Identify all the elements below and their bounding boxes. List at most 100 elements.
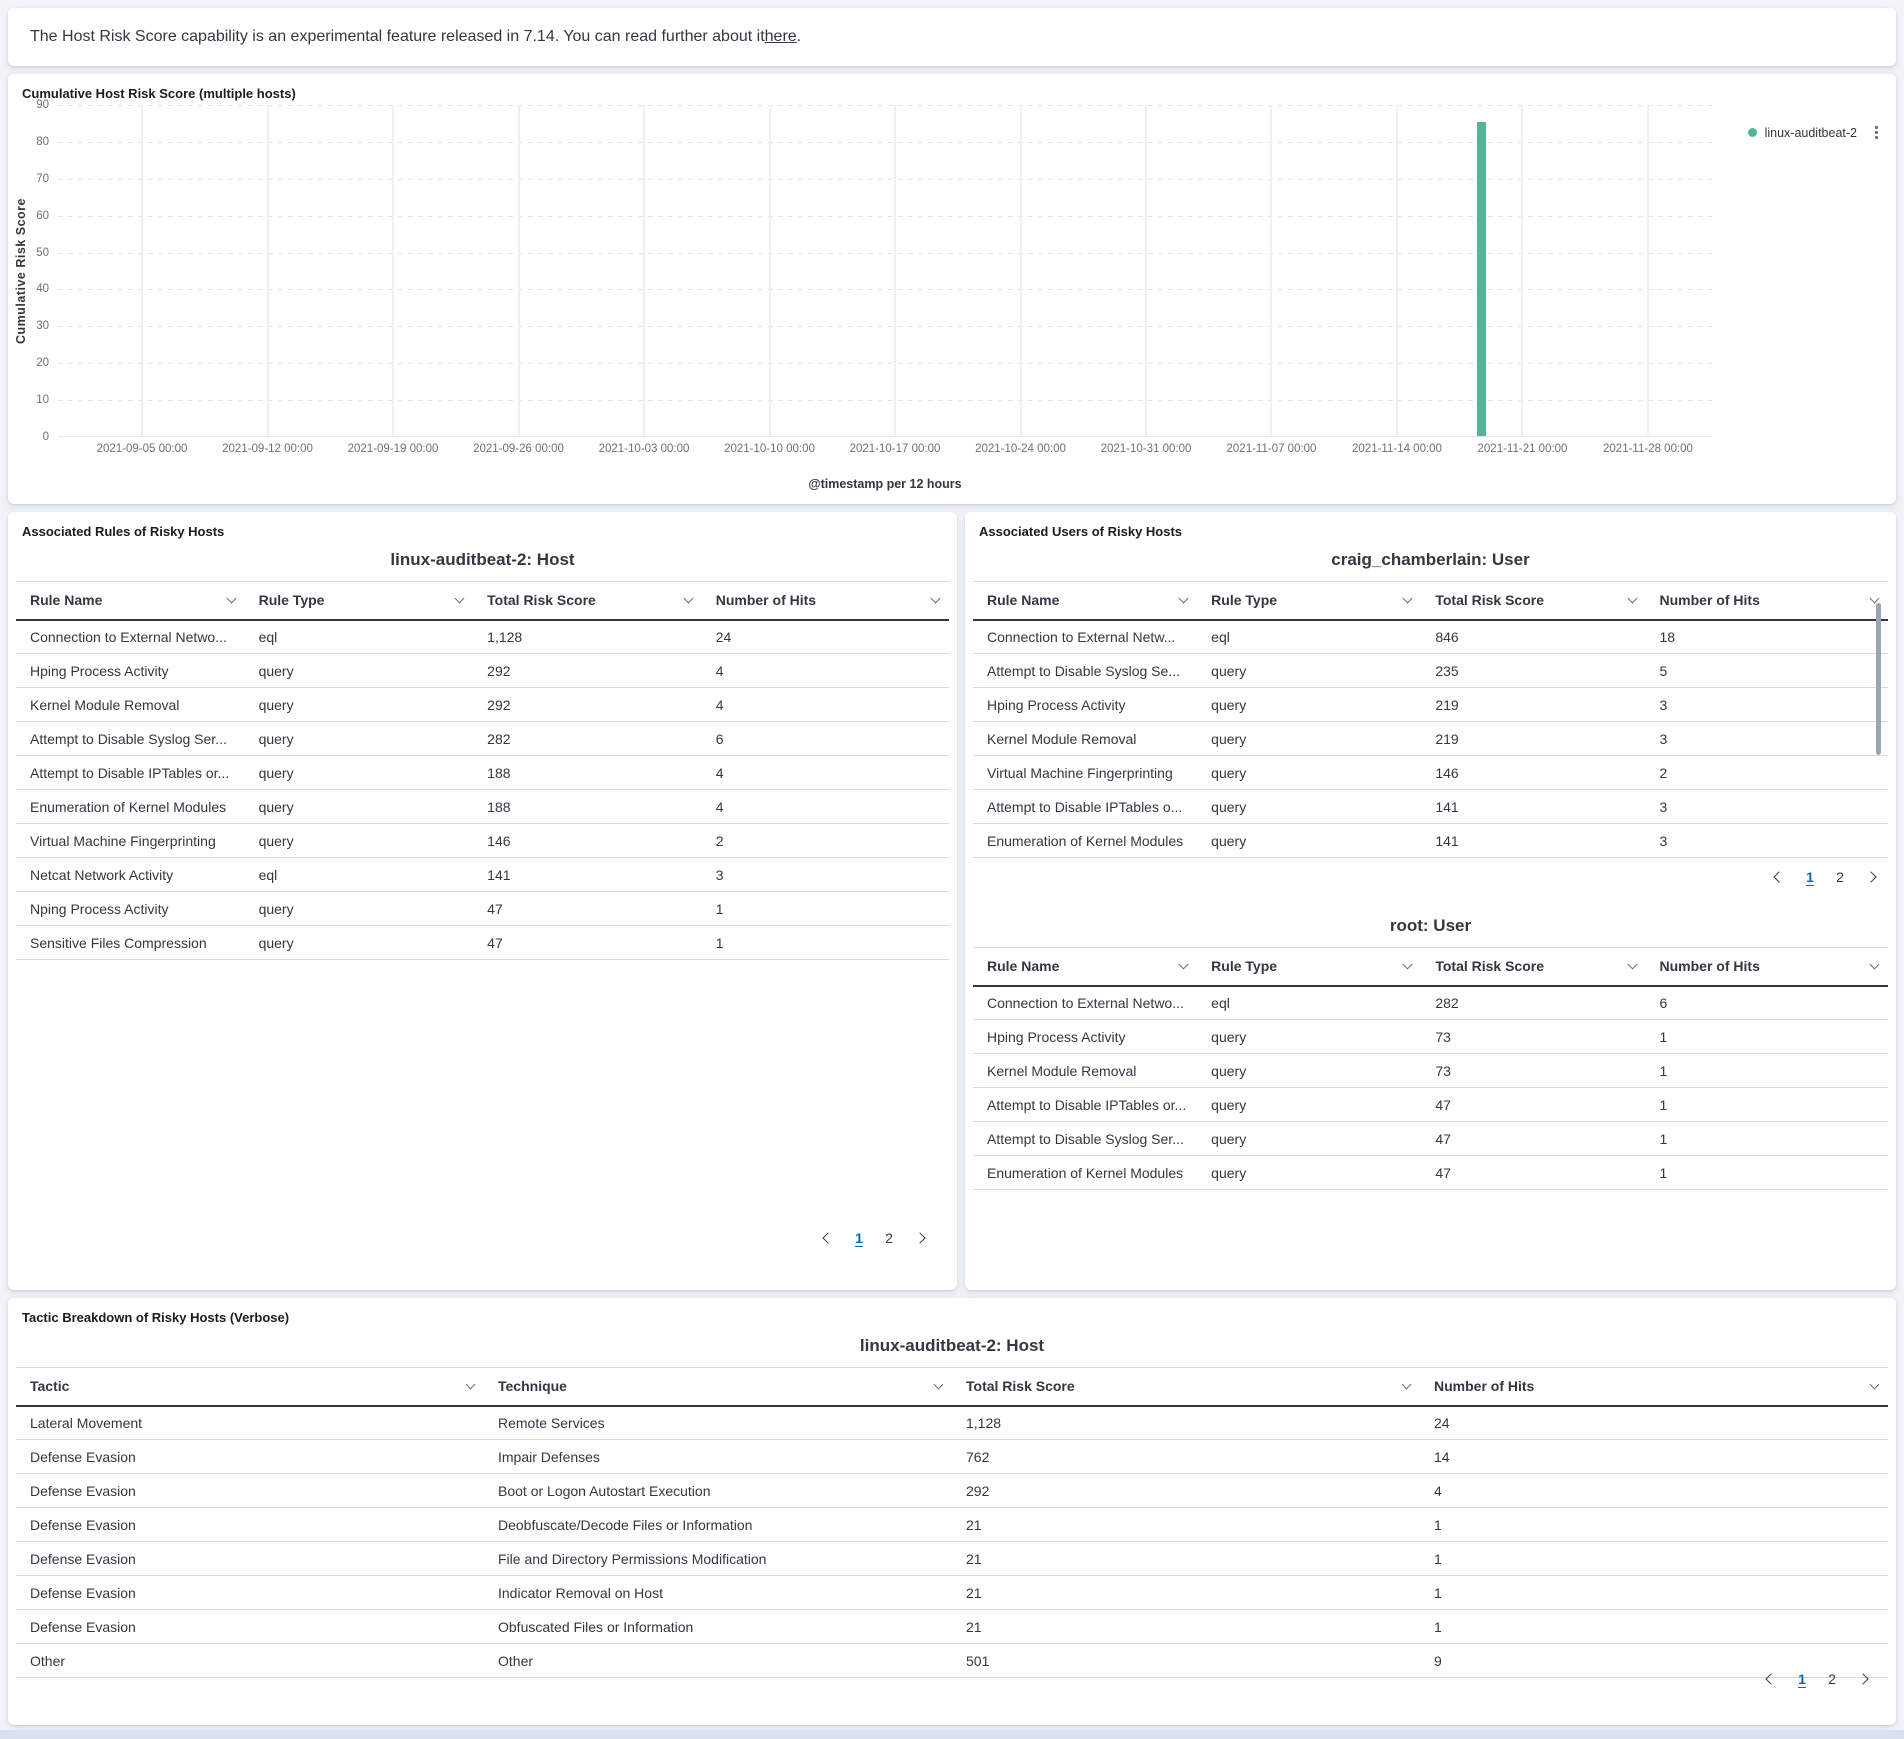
- table-row: OtherOther5019: [16, 1644, 1888, 1678]
- table-cell: 292: [473, 654, 702, 688]
- rules-panel-title: Associated Rules of Risky Hosts: [22, 524, 224, 539]
- sort-chevron-down-icon: [1179, 959, 1189, 969]
- table-cell: 5: [1646, 654, 1888, 688]
- table-cell: Defense Evasion: [16, 1474, 484, 1508]
- x-axis-tick-label: 2021-09-05 00:00: [97, 443, 188, 455]
- table-cell: query: [1197, 654, 1421, 688]
- x-axis-tick-label: 2021-09-12 00:00: [222, 443, 313, 455]
- column-header-tactic[interactable]: Tactic: [16, 1368, 484, 1406]
- legend-actions-dots-icon[interactable]: [1873, 124, 1880, 141]
- y-axis-tick-label: 30: [36, 320, 49, 332]
- column-header-label: Rule Type: [259, 592, 325, 608]
- column-header-number-of-hits[interactable]: Number of Hits: [1646, 582, 1888, 620]
- column-header-rule-type[interactable]: Rule Type: [1197, 948, 1421, 986]
- column-header-rule-name[interactable]: Rule Name: [973, 582, 1197, 620]
- table-cell: 2: [702, 824, 949, 858]
- column-header-rule-type[interactable]: Rule Type: [245, 582, 474, 620]
- vertical-gridline: [1020, 105, 1022, 436]
- table-cell: Lateral Movement: [16, 1406, 484, 1440]
- tactics-table-title: linux-auditbeat-2: Host: [8, 1336, 1896, 1356]
- table-cell: Defense Evasion: [16, 1508, 484, 1542]
- table-cell: query: [245, 688, 474, 722]
- risk-score-bar[interactable]: [1477, 122, 1486, 436]
- chevron-right-icon: [914, 1232, 925, 1243]
- table-cell: Attempt to Disable Syslog Se...: [973, 654, 1197, 688]
- table-row: Attempt to Disable Syslog Se...query2355: [973, 654, 1888, 688]
- table-cell: 141: [1421, 790, 1645, 824]
- pagination-page-1[interactable]: 1: [1790, 1667, 1814, 1691]
- horizontal-scrollbar[interactable]: [0, 1730, 1904, 1739]
- table-cell: 1,128: [952, 1406, 1420, 1440]
- column-header-label: Rule Name: [987, 592, 1059, 608]
- table-header-row: Rule NameRule Type Total Risk Score Number…: [973, 948, 1888, 986]
- pagination-page-1[interactable]: 1: [1798, 865, 1822, 889]
- legend-series-label[interactable]: linux-auditbeat-2: [1765, 126, 1857, 140]
- table-cell: Defense Evasion: [16, 1440, 484, 1474]
- vertical-scrollbar-thumb[interactable]: [1876, 603, 1881, 755]
- y-axis-tick-label: 20: [36, 357, 49, 369]
- table-cell: 1: [1646, 1054, 1888, 1088]
- table-cell: query: [1197, 824, 1421, 858]
- table-cell: 235: [1421, 654, 1645, 688]
- column-header-total-risk-score[interactable]: Total Risk Score: [473, 582, 702, 620]
- table-cell: Hping Process Activity: [16, 654, 245, 688]
- table-cell: 1: [1646, 1156, 1888, 1190]
- banner-here-link[interactable]: here: [765, 28, 797, 46]
- vertical-gridline: [392, 105, 394, 436]
- table-cell: eql: [245, 858, 474, 892]
- x-axis-tick-label: 2021-09-19 00:00: [348, 443, 439, 455]
- column-header-rule-type[interactable]: Rule Type: [1197, 582, 1421, 620]
- pagination-prev-button[interactable]: [817, 1226, 841, 1250]
- pagination-prev-button[interactable]: [1760, 1667, 1784, 1691]
- column-header-number-of-hits[interactable]: Number of Hits: [1646, 948, 1888, 986]
- associated-rules-panel: Associated Rules of Risky Hosts linux-au…: [8, 512, 957, 1290]
- banner-text: The Host Risk Score capability is an exp…: [30, 28, 765, 46]
- table-cell: Kernel Module Removal: [973, 722, 1197, 756]
- pagination-next-button[interactable]: [1850, 1667, 1874, 1691]
- table-cell: Defense Evasion: [16, 1610, 484, 1644]
- pagination-page-1[interactable]: 1: [847, 1226, 871, 1250]
- sort-chevron-down-icon: [1870, 593, 1880, 603]
- column-header-rule-name[interactable]: Rule Name: [16, 582, 245, 620]
- table-row: Connection to External Netwo...eql2826: [973, 986, 1888, 1020]
- table-cell: query: [1197, 756, 1421, 790]
- cumulative-host-risk-score-panel: Cumulative Host Risk Score (multiple hos…: [8, 74, 1896, 504]
- table-header-row: Rule Name Rule Type Total Risk ScoreNumber…: [973, 582, 1888, 620]
- column-header-total-risk-score[interactable]: Total Risk Score: [952, 1368, 1420, 1406]
- table-row: Hping Process Activityquery731: [973, 1020, 1888, 1054]
- pagination-page-2[interactable]: 2: [1820, 1667, 1844, 1691]
- pagination-page-2[interactable]: 2: [1828, 865, 1852, 889]
- column-header-label: Number of Hits: [1660, 958, 1760, 974]
- vertical-gridline: [518, 105, 520, 436]
- table-cell: 14: [1420, 1440, 1888, 1474]
- table-cell: 1: [1646, 1088, 1888, 1122]
- pagination-next-button[interactable]: [1858, 865, 1882, 889]
- chevron-right-icon: [1857, 1673, 1868, 1684]
- x-axis-tick-label: 2021-09-26 00:00: [473, 443, 564, 455]
- chart-plot-area[interactable]: 01020304050607080902021-09-05 00:002021-…: [58, 105, 1712, 437]
- table-cell: Obfuscated Files or Information: [484, 1610, 952, 1644]
- horizontal-gridline: [58, 289, 1712, 290]
- column-header-total-risk-score[interactable]: Total Risk Score: [1421, 948, 1645, 986]
- column-header-number-of-hits[interactable]: Number of Hits: [702, 582, 949, 620]
- table-cell: eql: [1197, 620, 1421, 654]
- column-header-rule-name[interactable]: Rule Name: [973, 948, 1197, 986]
- table-cell: Connection to External Netwo...: [16, 620, 245, 654]
- table-cell: 4: [702, 688, 949, 722]
- table-cell: Sensitive Files Compression: [16, 926, 245, 960]
- y-axis-tick-label: 40: [36, 283, 49, 295]
- column-header-label: Total Risk Score: [1435, 958, 1544, 974]
- pagination-page-2[interactable]: 2: [877, 1226, 901, 1250]
- pagination-prev-button[interactable]: [1768, 865, 1792, 889]
- pagination-next-button[interactable]: [907, 1226, 931, 1250]
- table-row: Defense EvasionImpair Defenses76214: [16, 1440, 1888, 1474]
- table-cell: 501: [952, 1644, 1420, 1678]
- column-header-number-of-hits[interactable]: Number of Hits: [1420, 1368, 1888, 1406]
- table-row: Kernel Module Removalquery2924: [16, 688, 949, 722]
- vertical-gridline: [1270, 105, 1272, 436]
- chart-legend-item[interactable]: linux-auditbeat-2: [1748, 124, 1880, 141]
- table-cell: 4: [702, 654, 949, 688]
- column-header-technique[interactable]: Technique: [484, 1368, 952, 1406]
- column-header-total-risk-score[interactable]: Total Risk Score: [1421, 582, 1645, 620]
- column-header-label: Rule Type: [1211, 592, 1277, 608]
